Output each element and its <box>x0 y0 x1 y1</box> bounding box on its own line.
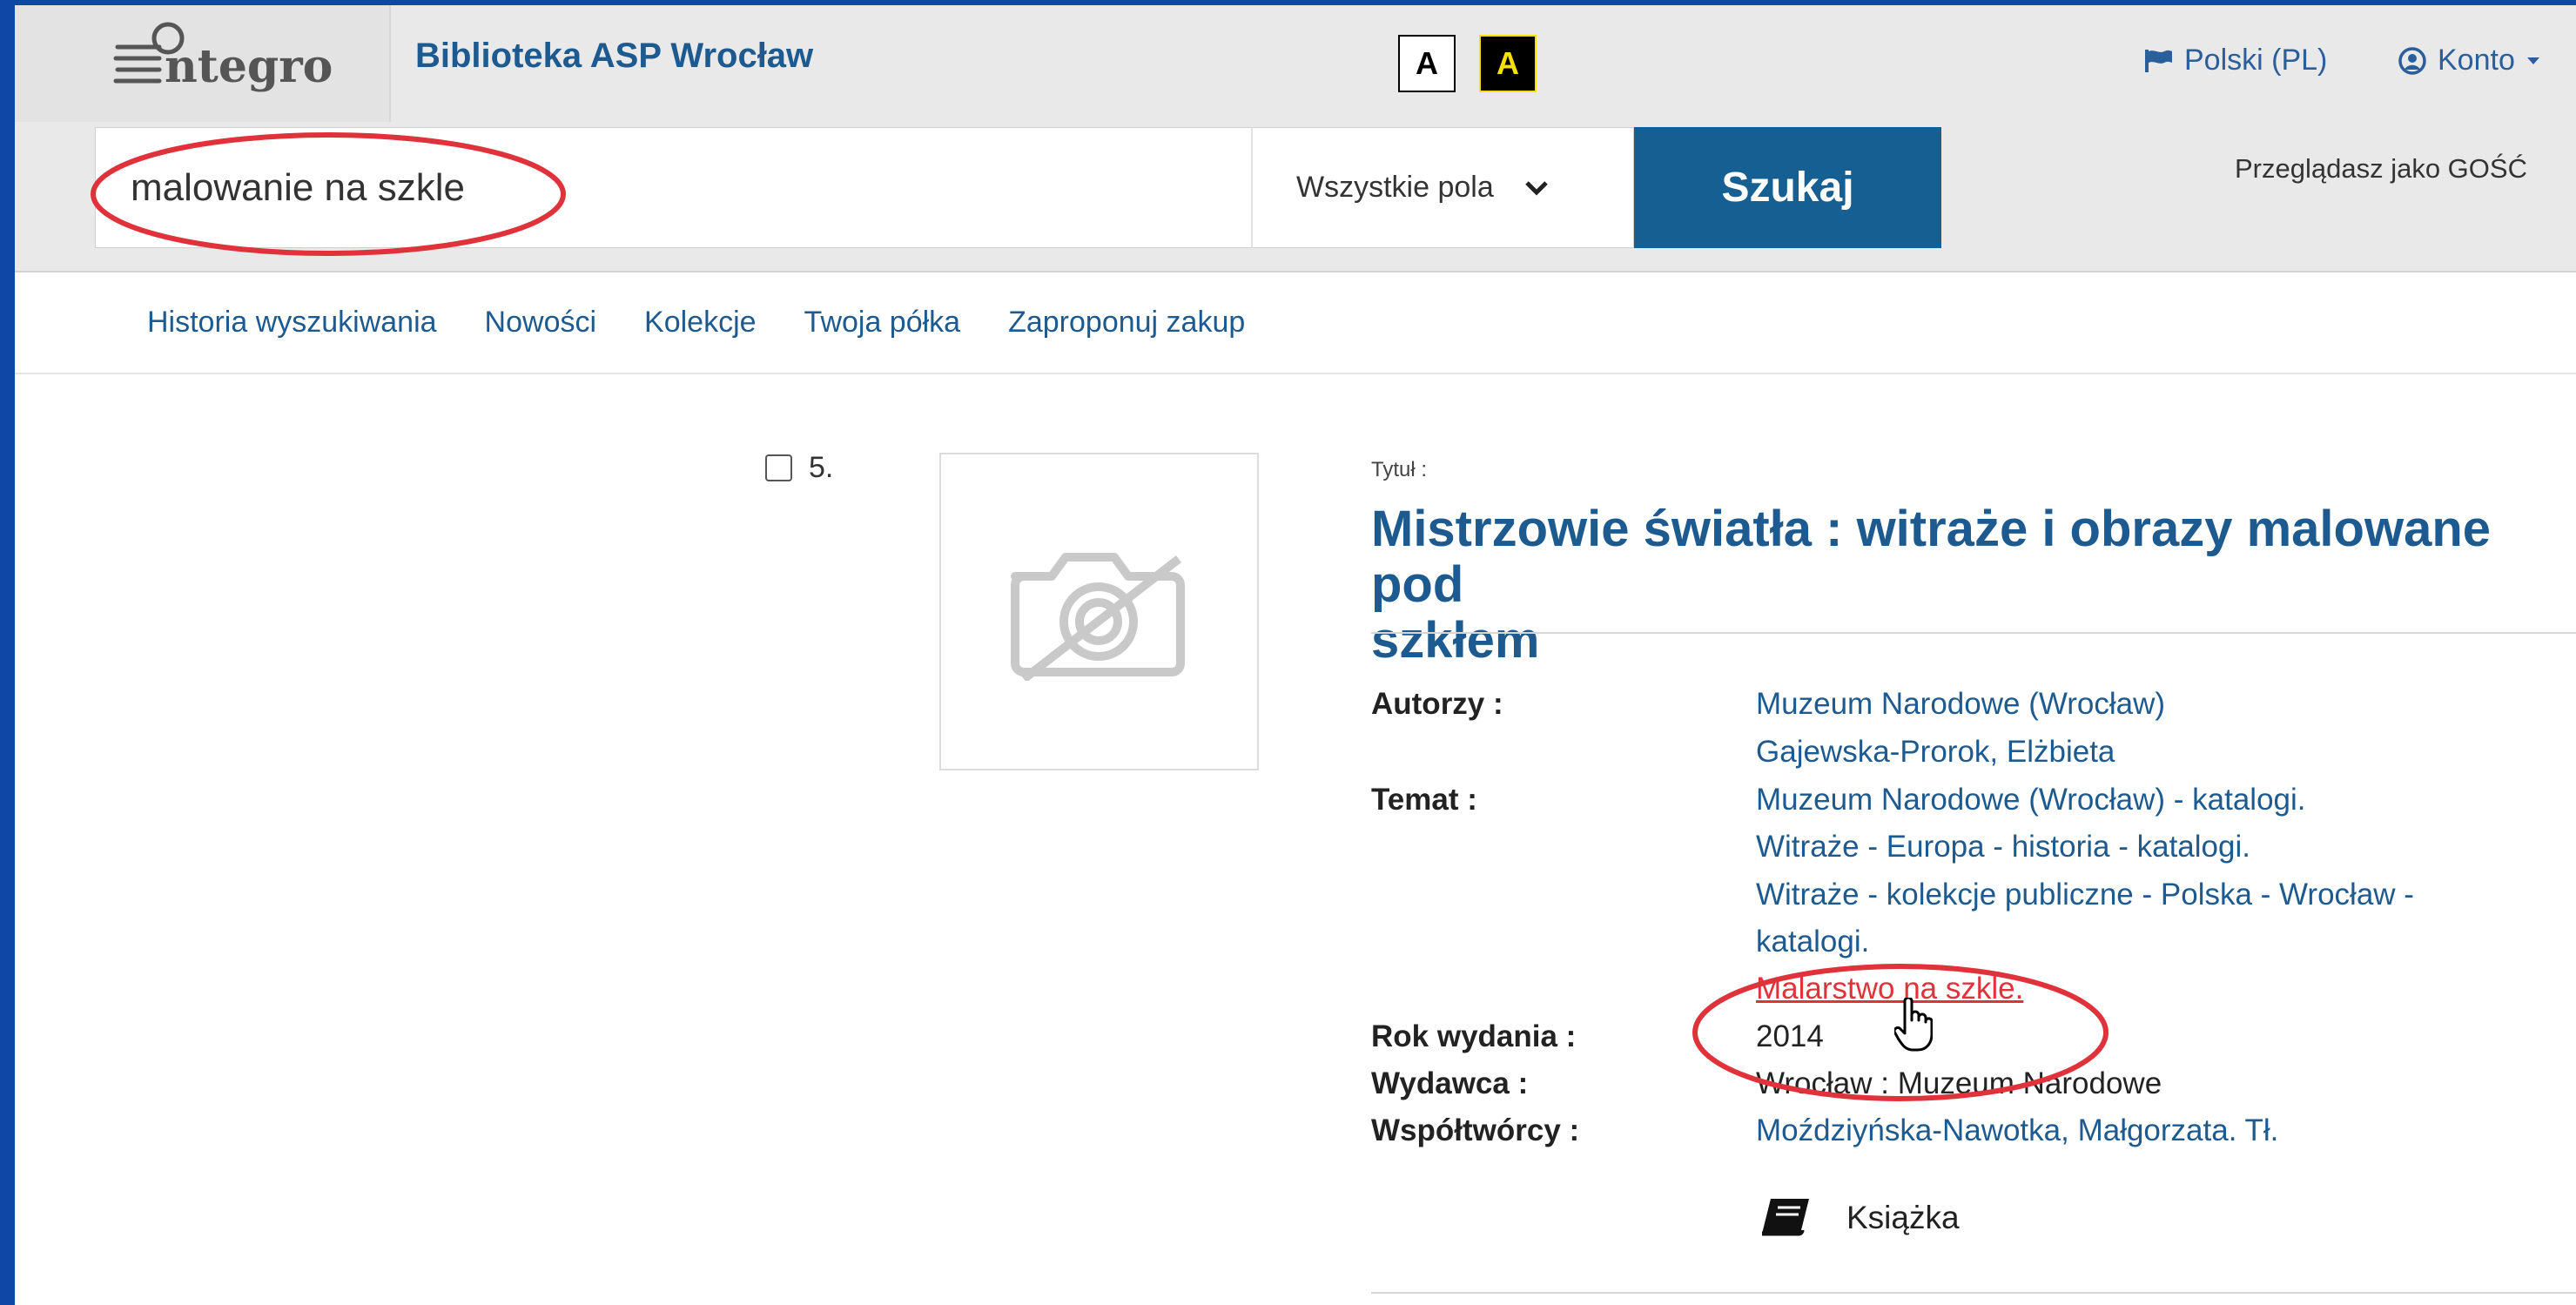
record-title-line1: Mistrzowie światła : witraże i obrazy ma… <box>1371 501 2492 613</box>
no-image-camera-icon <box>1011 553 1185 681</box>
author-link[interactable]: Muzeum Narodowe (Wrocław) <box>1756 687 2165 722</box>
user-circle-icon <box>2398 46 2426 75</box>
main-nav: Historia wyszukiwania Nowości Kolekcje T… <box>15 272 2576 374</box>
search-button[interactable]: Szukaj <box>1634 127 1941 248</box>
nav-search-history[interactable]: Historia wyszukiwania <box>147 306 437 340</box>
select-record-checkbox[interactable] <box>765 454 792 481</box>
nav-new-items[interactable]: Nowości <box>485 306 596 340</box>
account-label: Konto <box>2438 44 2515 77</box>
publisher-label: Wydawca : <box>1371 1066 1529 1100</box>
subject-link[interactable]: Witraże - Europa - historia - katalogi. <box>1756 830 2250 864</box>
caret-down-icon <box>2526 57 2539 64</box>
language-label: Polski (PL) <box>2184 44 2328 77</box>
search-field-value: Wszystkie pola <box>1296 171 1494 204</box>
material-type: Książka <box>1846 1200 1960 1235</box>
browser-viewport: ntegro Biblioteka ASP Wrocław A A Polski… <box>15 5 2576 1305</box>
chevron-down-icon <box>1524 180 1548 196</box>
high-contrast-button[interactable]: A <box>1479 35 1537 92</box>
contributor-link[interactable]: Moździyńska-Nawotka, Małgorzata. Tł. <box>1756 1113 2278 1148</box>
record-rank: 5. <box>809 451 834 484</box>
nav-suggest-purchase[interactable]: Zaproponuj zakup <box>1008 306 1245 340</box>
cover-placeholder[interactable] <box>939 453 1259 770</box>
record-title-line2: szkłem <box>1371 612 1540 669</box>
record-title[interactable]: Mistrzowie światła : witraże i obrazy ma… <box>1371 501 2564 669</box>
author-link[interactable]: Gajewska-Prorok, Elżbieta <box>1756 735 2115 770</box>
svg-text:ntegro: ntegro <box>165 40 333 93</box>
flag-icon <box>2145 49 2172 72</box>
guest-status: Przeglądasz jako GOŚĆ <box>2235 153 2527 184</box>
title-label: Tytuł : <box>1371 458 1428 481</box>
year-label: Rok wydania : <box>1371 1019 1577 1053</box>
language-selector[interactable]: Polski (PL) <box>2144 44 2327 77</box>
subject-link[interactable]: Muzeum Narodowe (Wrocław) - katalogi. <box>1756 783 2306 817</box>
account-menu[interactable]: Konto <box>2398 44 2541 77</box>
library-name[interactable]: Biblioteka ASP Wrocław <box>415 37 813 76</box>
search-field-select[interactable]: Wszystkie pola <box>1251 127 1634 248</box>
subject-label: Temat : <box>1371 783 1477 817</box>
book-icon <box>1759 1195 1813 1245</box>
integro-logo[interactable]: ntegro <box>15 5 391 122</box>
authors-label: Autorzy : <box>1371 687 1503 721</box>
normal-contrast-button[interactable]: A <box>1398 35 1456 92</box>
divider <box>1371 1292 2576 1294</box>
nav-collections[interactable]: Kolekcje <box>644 306 757 340</box>
contributors-label: Współtwórcy : <box>1371 1113 1580 1147</box>
annotation-ellipse-search <box>91 132 566 256</box>
subject-link[interactable]: Witraże - kolekcje publiczne - Polska - … <box>1756 878 2414 912</box>
divider <box>1371 632 2576 634</box>
nav-my-shelf[interactable]: Twoja półka <box>804 306 961 340</box>
hand-pointer-icon <box>1894 998 1933 1052</box>
